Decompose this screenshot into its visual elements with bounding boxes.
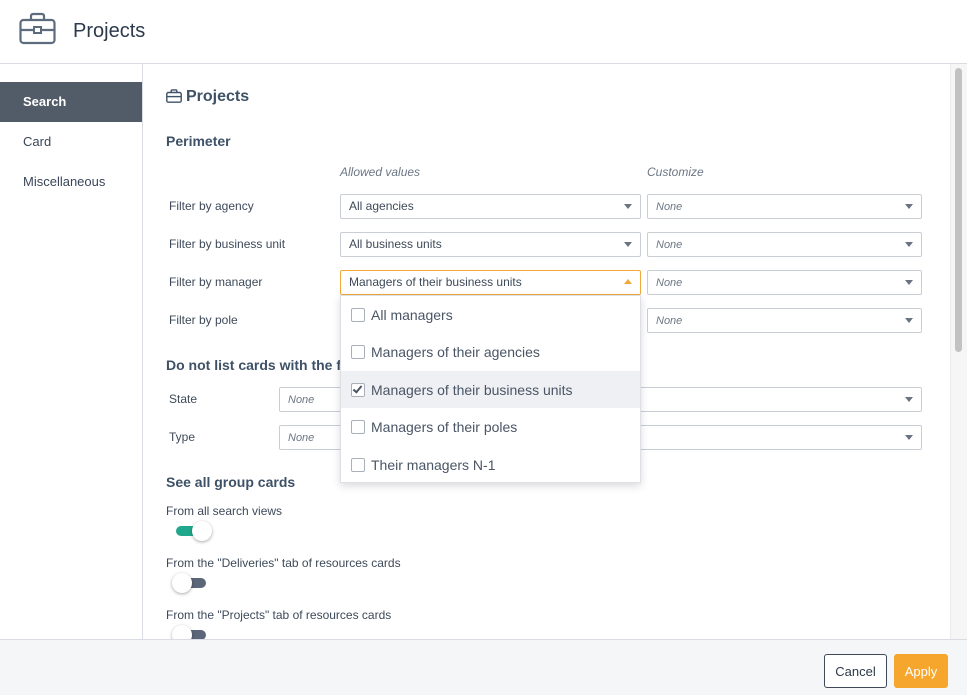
toggle-projects-tab-label: From the "Projects" tab of resources car… [166,608,392,622]
main-scrollbar[interactable] [950,64,967,639]
dropdown-option-poles[interactable]: Managers of their poles [341,408,640,445]
filter-pole-customize-select[interactable]: None [647,308,922,333]
chevron-down-icon [905,397,913,402]
chevron-down-icon [905,435,913,440]
chevron-down-icon [624,204,632,209]
page-title: Projects [73,20,146,42]
allowed-values-column-header: Allowed values [340,165,421,179]
filter-pole-label: Filter by pole [169,313,238,327]
manager-dropdown-menu: All managers Managers of their agencies … [340,295,641,483]
toggle-deliveries-tab-label: From the "Deliveries" tab of resources c… [166,556,401,570]
chevron-down-icon [905,318,913,323]
sidebar: Search Card Miscellaneous [0,64,143,639]
filter-business-unit-customize-select[interactable]: None [647,232,922,257]
type-label: Type [169,430,196,444]
filter-agency-customize-select[interactable]: None [647,194,922,219]
scrollbar-thumb[interactable] [955,68,962,352]
briefcase-icon [19,12,56,45]
dropdown-option-agencies[interactable]: Managers of their agencies [341,333,640,370]
briefcase-icon [166,89,182,103]
filter-agency-select[interactable]: All agencies [340,194,641,219]
section-heading-projects: Projects [186,88,250,105]
perimeter-heading: Perimeter [166,133,231,149]
filter-business-unit-select[interactable]: All business units [340,232,641,257]
app-header: Projects [0,0,967,64]
chevron-down-icon [624,242,632,247]
filter-manager-select[interactable]: Managers of their business units [340,270,641,295]
checkbox[interactable] [351,457,365,472]
apply-button[interactable]: Apply [894,654,948,688]
check-icon [352,382,363,394]
dropdown-option-all-managers[interactable]: All managers [341,296,640,333]
checkbox[interactable] [351,344,365,359]
checkbox[interactable] [351,419,365,434]
checkbox[interactable] [351,307,365,322]
customize-column-header: Customize [647,165,704,179]
chevron-down-icon [905,242,913,247]
dropdown-option-business-units[interactable]: Managers of their business units [341,371,640,408]
filter-manager-customize-select[interactable]: None [647,270,922,295]
toggle-deliveries-tab[interactable] [172,573,210,593]
sidebar-item-search[interactable]: Search [0,82,142,122]
sidebar-item-card[interactable]: Card [0,122,142,162]
toggle-search-views[interactable] [176,521,214,541]
dropdown-option-managers-n1[interactable]: Their managers N-1 [341,446,640,483]
checkbox-checked[interactable] [351,382,365,397]
filter-agency-label: Filter by agency [169,199,254,213]
footer-bar: Cancel Apply [0,639,967,695]
filter-manager-label: Filter by manager [169,275,263,289]
toggle-search-views-label: From all search views [166,504,283,518]
sidebar-item-miscellaneous[interactable]: Miscellaneous [0,162,142,202]
cancel-button[interactable]: Cancel [824,654,887,688]
state-label: State [169,392,198,406]
do-not-list-heading: Do not list cards with the fol [166,357,354,373]
group-cards-heading: See all group cards [166,474,296,490]
filter-business-unit-label: Filter by business unit [169,237,286,251]
chevron-down-icon [905,280,913,285]
chevron-up-icon [624,279,632,284]
chevron-down-icon [905,204,913,209]
toggle-projects-tab[interactable] [172,625,210,639]
